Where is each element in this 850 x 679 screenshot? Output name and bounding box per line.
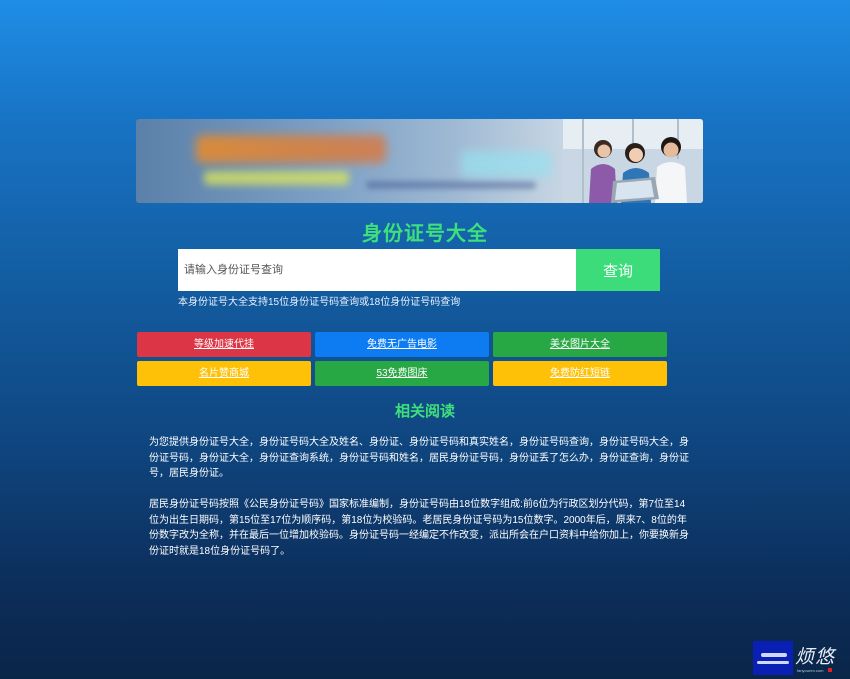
link-free-movies[interactable]: 免费无广告电影 <box>315 332 489 357</box>
link-card-shop[interactable]: 名片赞商城 <box>137 361 311 386</box>
link-level-boost[interactable]: 等级加速代挂 <box>137 332 311 357</box>
banner-people-image <box>563 119 703 203</box>
logo-script-text: 烦悠 <box>795 646 836 668</box>
banner-blurred-subtitle <box>204 171 349 185</box>
quick-links: 等级加速代挂 免费无广告电影 美女图片大全 名片赞商城 53免费图床 免费防红短… <box>137 332 667 386</box>
advertisement-banner[interactable] <box>136 119 703 203</box>
logo-red-dot-icon <box>828 668 832 672</box>
search-button[interactable]: 查询 <box>576 249 660 291</box>
link-photo-gallery[interactable]: 美女图片大全 <box>493 332 667 357</box>
related-reading-title: 相关阅读 <box>394 403 455 420</box>
site-logo[interactable]: 烦悠 fanyouren.com <box>753 640 843 676</box>
page-title: 身份证号大全 <box>362 223 488 245</box>
link-short-url[interactable]: 免费防红短链 <box>493 361 667 386</box>
logo-mark-icon <box>753 641 793 675</box>
link-image-host[interactable]: 53免费图床 <box>315 361 489 386</box>
id-search-input[interactable] <box>178 249 576 291</box>
related-paragraph-2: 居民身份证号码按照《公民身份证号码》国家标准编制，身份证号码由18位数字组成:前… <box>149 499 689 557</box>
banner-blurred-title <box>196 135 386 163</box>
search-hint: 本身份证号大全支持15位身份证号码查询或18位身份证号码查询 <box>178 297 461 308</box>
banner-blurred-button <box>461 151 551 177</box>
related-paragraph-1: 为您提供身份证号大全，身份证号码大全及姓名、身份证、身份证号码和真实姓名，身份证… <box>149 437 689 479</box>
logo-caption: fanyouren.com <box>797 668 824 673</box>
banner-blurred-text <box>366 181 536 189</box>
